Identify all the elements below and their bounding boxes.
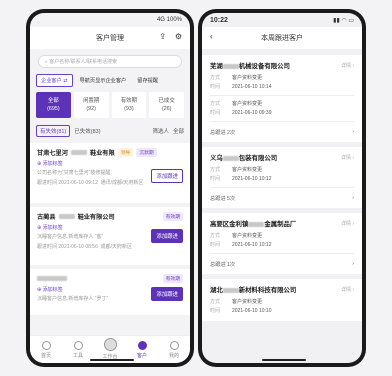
followup-item[interactable]: 详情 › 义乌 包装有限公司 方式 客户资料变更 时间 2021-06-10 10:1… bbox=[202, 147, 362, 208]
add-followup-button[interactable]: 添加跟进 bbox=[151, 229, 183, 243]
search-input[interactable]: ⌕ 客户名称/联系人/联系电话搜索 bbox=[38, 55, 182, 68]
add-followup-button[interactable]: 添加跟进 bbox=[151, 169, 183, 183]
detail-link[interactable]: 详情 › bbox=[341, 154, 354, 161]
chip-row: 企业客户 ⇄ 导航页显示企业客户 留存提醒 bbox=[30, 74, 190, 87]
right-phone: 10:22 ▮▮ ◠ ▭ ‹ 本周跟进客户 详情 › 芜湖 机械设备有限公司 方式客… bbox=[198, 9, 366, 367]
home-icon bbox=[41, 341, 51, 350]
status-badge: 沉默期 bbox=[136, 148, 157, 157]
back-icon[interactable]: ‹ bbox=[210, 32, 213, 41]
stats-row: 全部 (695) 闲置期 (92) 有效期 (93) 已成交 (26) bbox=[30, 87, 190, 123]
tab-home[interactable]: 首页 bbox=[30, 336, 62, 363]
home-indicator bbox=[262, 359, 306, 361]
user-icon bbox=[169, 341, 179, 350]
page-title: 客户管理 bbox=[96, 35, 124, 42]
followup-item[interactable]: 详情 › 高要区金利镇 金属制品厂 方式 客户资料变更 时间 2021-06-10 1… bbox=[202, 213, 362, 274]
share-icon[interactable]: ⇪ bbox=[159, 32, 166, 41]
stat-idle[interactable]: 闲置期 (92) bbox=[73, 92, 109, 118]
home-indicator bbox=[90, 359, 134, 361]
retention-reminder-chip[interactable]: 留存提醒 bbox=[133, 75, 162, 86]
customer-card[interactable]: 古蔺县 鞋业有限公司 有效期 ⊕ 添加标签 沉睡客户信息,新增库存人 “客” 跟进时… bbox=[30, 207, 190, 265]
add-tag-link[interactable]: ⊕ 添加标签 bbox=[37, 160, 183, 167]
header: ‹ 本周跟进客户 bbox=[202, 27, 362, 49]
stat-closed[interactable]: 已成交 (26) bbox=[149, 92, 184, 118]
status-bar: 4G 100% bbox=[156, 17, 182, 23]
header: 客户管理 ⇪ ⚙ bbox=[30, 27, 190, 49]
followup-item[interactable]: 详情 › 芜湖 机械设备有限公司 方式 客户资料变更 时间 2021-06-10 10… bbox=[202, 55, 362, 142]
gear-icon[interactable]: ⚙ bbox=[175, 32, 182, 41]
detail-link[interactable]: 详情 › bbox=[341, 62, 354, 69]
detail-link[interactable]: 详情 › bbox=[341, 286, 354, 293]
filter-person[interactable]: 筛选人 bbox=[152, 127, 169, 135]
customer-card[interactable]: 有效期 ⊕ 添加标签 沉睡客户信息,新增库存人 “罗丁” 添加跟进 bbox=[30, 269, 190, 315]
filter-expired[interactable]: 已失效(83) bbox=[74, 127, 100, 135]
workbench-icon bbox=[103, 338, 117, 351]
customer-card[interactable]: 甘肃七里河 鞋业有限 领导 沉默期 ⊕ 添加标签 公司名称为“甘肃七里河”装修提醒 跟… bbox=[30, 143, 190, 203]
status-badge: 有效期 bbox=[162, 274, 183, 283]
filter-all[interactable]: 全部 bbox=[173, 127, 184, 135]
weekly-followup-screen: 10:22 ▮▮ ◠ ▭ ‹ 本周跟进客户 详情 › 芜湖 机械设备有限公司 方式客… bbox=[202, 13, 362, 363]
status-badge: 有效期 bbox=[162, 212, 183, 221]
filter-row: 有失效(81) 已失效(83) 筛选人 全部 bbox=[30, 123, 190, 139]
followup-item[interactable]: 详情 › 湖北 新材料科技有限公司 方式 客户资料变更 时间 2021-06-10 1… bbox=[202, 279, 362, 321]
status-bar: 10:22 ▮▮ ◠ ▭ bbox=[210, 16, 354, 24]
stat-all[interactable]: 全部 (695) bbox=[36, 92, 71, 118]
nav-enterprise-chip[interactable]: 导航页显示企业客户 bbox=[76, 75, 131, 86]
enterprise-customer-toggle[interactable]: 企业客户 ⇄ bbox=[36, 74, 73, 87]
lead-tag: 领导 bbox=[117, 148, 134, 157]
customer-management-screen: 4G 100% 客户管理 ⇪ ⚙ ⌕ 客户名称/联系人/联系电话搜索 企业客户 … bbox=[30, 13, 190, 363]
detail-link[interactable]: 详情 › bbox=[341, 220, 354, 227]
stat-valid[interactable]: 有效期 (93) bbox=[111, 92, 147, 118]
tab-mine[interactable]: 我的 bbox=[158, 336, 190, 363]
page-title: 本周跟进客户 bbox=[261, 35, 303, 42]
customer-icon bbox=[137, 341, 147, 350]
left-phone: 4G 100% 客户管理 ⇪ ⚙ ⌕ 客户名称/联系人/联系电话搜索 企业客户 … bbox=[26, 9, 194, 367]
tools-icon bbox=[73, 341, 83, 350]
filter-invalid[interactable]: 有失效(81) bbox=[36, 125, 71, 137]
add-followup-button[interactable]: 添加跟进 bbox=[151, 287, 183, 301]
